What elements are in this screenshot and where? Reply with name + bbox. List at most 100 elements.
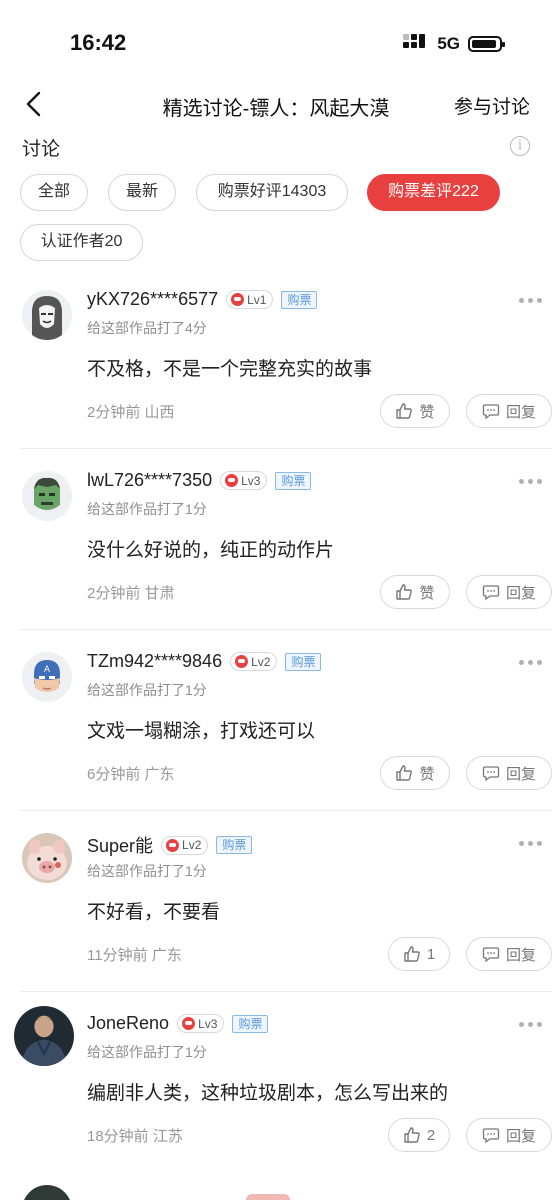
nav-bar: 精选讨论-镖人：风起大漠 参与讨论 xyxy=(0,84,552,124)
user-line: TZm942****9846 Lv2 购票 xyxy=(87,651,322,672)
photo-avatar[interactable] xyxy=(14,1006,74,1066)
username[interactable]: lwL726****7350 xyxy=(87,470,212,491)
comment-content: 不及格，不是一个完整充实的故事 xyxy=(87,359,373,380)
next-comment-avatar[interactable] xyxy=(22,1185,72,1200)
like-count: 1 xyxy=(426,945,436,963)
mask-avatar[interactable] xyxy=(22,290,72,340)
comment-meta: 11分钟前 广东 xyxy=(87,944,182,965)
more-icon[interactable] xyxy=(519,660,542,665)
reply-button[interactable]: 回复 xyxy=(466,1118,552,1152)
more-icon[interactable] xyxy=(519,841,542,846)
purchase-tag: 购票 xyxy=(216,836,253,854)
username[interactable]: yKX726****6577 xyxy=(87,289,218,310)
user-line: lwL726****7350 Lv3 购票 xyxy=(87,470,312,491)
level-icon xyxy=(235,655,249,668)
comment-time: 2分钟前 xyxy=(87,585,141,602)
purchase-tag: 购票 xyxy=(285,652,322,671)
username[interactable]: TZm942****9846 xyxy=(87,651,222,672)
level-icon xyxy=(231,293,245,306)
section-title: 讨论 xyxy=(22,139,61,160)
like-button[interactable]: 1 xyxy=(388,937,450,971)
reply-button[interactable]: 回复 xyxy=(466,937,552,971)
like-button[interactable]: 赞 xyxy=(380,575,450,609)
like-label: 赞 xyxy=(419,765,435,783)
thumbs-up-icon xyxy=(396,403,413,419)
comment-meta: 2分钟前 山西 xyxy=(87,401,175,422)
comment-time: 11分钟前 xyxy=(87,947,148,964)
purchase-tag: 购票 xyxy=(275,471,312,490)
comment-location: 广东 xyxy=(144,766,175,783)
thumbs-up-icon xyxy=(404,946,420,962)
reply-button[interactable]: 回复 xyxy=(466,756,552,790)
like-button[interactable]: 赞 xyxy=(380,394,450,428)
filter-chip-certified[interactable]: 认证作者20 xyxy=(20,224,143,261)
more-icon[interactable] xyxy=(519,298,542,303)
level-badge: Lv3 xyxy=(220,471,268,490)
comment-content: 不好看，不要看 xyxy=(87,902,221,923)
level-label: Lv2 xyxy=(182,838,202,852)
reply-button[interactable]: 回复 xyxy=(466,394,552,428)
score-text: 给这部作品打了1分 xyxy=(87,501,207,517)
username[interactable]: JoneReno xyxy=(87,1013,169,1034)
comment-time: 2分钟前 xyxy=(87,404,141,421)
chat-bubble-icon xyxy=(482,585,500,601)
comment-meta: 18分钟前 江苏 xyxy=(87,1125,183,1146)
comment-location: 广东 xyxy=(151,947,182,964)
comment-meta: 6分钟前 广东 xyxy=(87,763,175,784)
reply-label: 回复 xyxy=(505,584,536,602)
thumbs-up-icon xyxy=(404,1127,420,1143)
reply-label: 回复 xyxy=(505,403,536,421)
comment-item: JoneReno Lv3 购票 给这部作品打了1分 编剧非人类，这种垃圾剧本，怎… xyxy=(14,992,552,1173)
comment-item: yKX726****6577 Lv1 购票 给这部作品打了4分 不及格，不是一个… xyxy=(20,268,552,449)
comment-location: 山西 xyxy=(144,404,175,421)
level-badge: Lv3 xyxy=(177,1014,225,1033)
svg-text:A: A xyxy=(44,665,51,675)
username[interactable]: Super能 xyxy=(87,832,153,858)
thumbs-up-icon xyxy=(396,584,413,600)
hulk-avatar[interactable] xyxy=(22,471,72,521)
section-header: 讨论 i xyxy=(22,134,532,164)
reply-label: 回复 xyxy=(505,1127,536,1145)
filter-chip-all[interactable]: 全部 xyxy=(20,174,88,211)
like-button[interactable]: 2 xyxy=(388,1118,450,1152)
comment-content: 没什么好说的，纯正的动作片 xyxy=(87,540,335,561)
user-line: yKX726****6577 Lv1 购票 xyxy=(87,289,318,310)
next-comment-level-badge xyxy=(246,1194,290,1200)
comment-time: 6分钟前 xyxy=(87,766,141,783)
level-icon xyxy=(166,838,180,852)
level-icon xyxy=(182,1017,196,1030)
pig-avatar[interactable] xyxy=(22,833,72,883)
purchase-tag: 购票 xyxy=(232,1014,269,1033)
level-badge: Lv2 xyxy=(230,652,278,671)
info-icon[interactable]: i xyxy=(510,136,530,156)
join-discussion-button[interactable]: 参与讨论 xyxy=(454,92,530,119)
status-bar: 16:42 5G xyxy=(0,0,552,90)
comment-item: Super能 Lv2 购票 给这部作品打了1分 不好看，不要看 11分钟前 广东… xyxy=(20,811,552,992)
thumbs-up-icon xyxy=(396,765,413,781)
reply-button[interactable]: 回复 xyxy=(466,575,552,609)
comment-location: 甘肃 xyxy=(144,585,175,602)
comment-location: 江苏 xyxy=(152,1128,183,1145)
level-label: Lv3 xyxy=(241,473,261,488)
chat-bubble-icon xyxy=(482,1128,500,1144)
user-line: JoneReno Lv3 购票 xyxy=(87,1013,269,1034)
like-button[interactable]: 赞 xyxy=(380,756,450,790)
user-line: Super能 Lv2 购票 xyxy=(87,832,253,858)
level-icon xyxy=(225,474,239,487)
level-badge: Lv1 xyxy=(226,290,274,309)
like-label: 赞 xyxy=(419,403,435,421)
status-time: 16:42 xyxy=(70,30,127,55)
comment-item: lwL726****7350 Lv3 购票 给这部作品打了1分 没什么好说的，纯… xyxy=(20,449,552,630)
chat-bubble-icon xyxy=(482,766,500,782)
reply-label: 回复 xyxy=(505,946,536,964)
comment-meta: 2分钟前 甘肃 xyxy=(87,582,175,603)
filter-chip-positive[interactable]: 购票好评14303 xyxy=(196,174,348,211)
comment-content: 文戏一塌糊涂，打戏还可以 xyxy=(87,721,316,742)
filter-chip-latest[interactable]: 最新 xyxy=(108,174,176,211)
signal-icon xyxy=(403,34,429,54)
more-icon[interactable] xyxy=(519,479,542,484)
more-icon[interactable] xyxy=(519,1022,542,1027)
captain-avatar[interactable]: A xyxy=(22,652,72,702)
filter-chip-negative[interactable]: 购票差评222 xyxy=(367,174,500,211)
score-text: 给这部作品打了1分 xyxy=(87,863,207,879)
